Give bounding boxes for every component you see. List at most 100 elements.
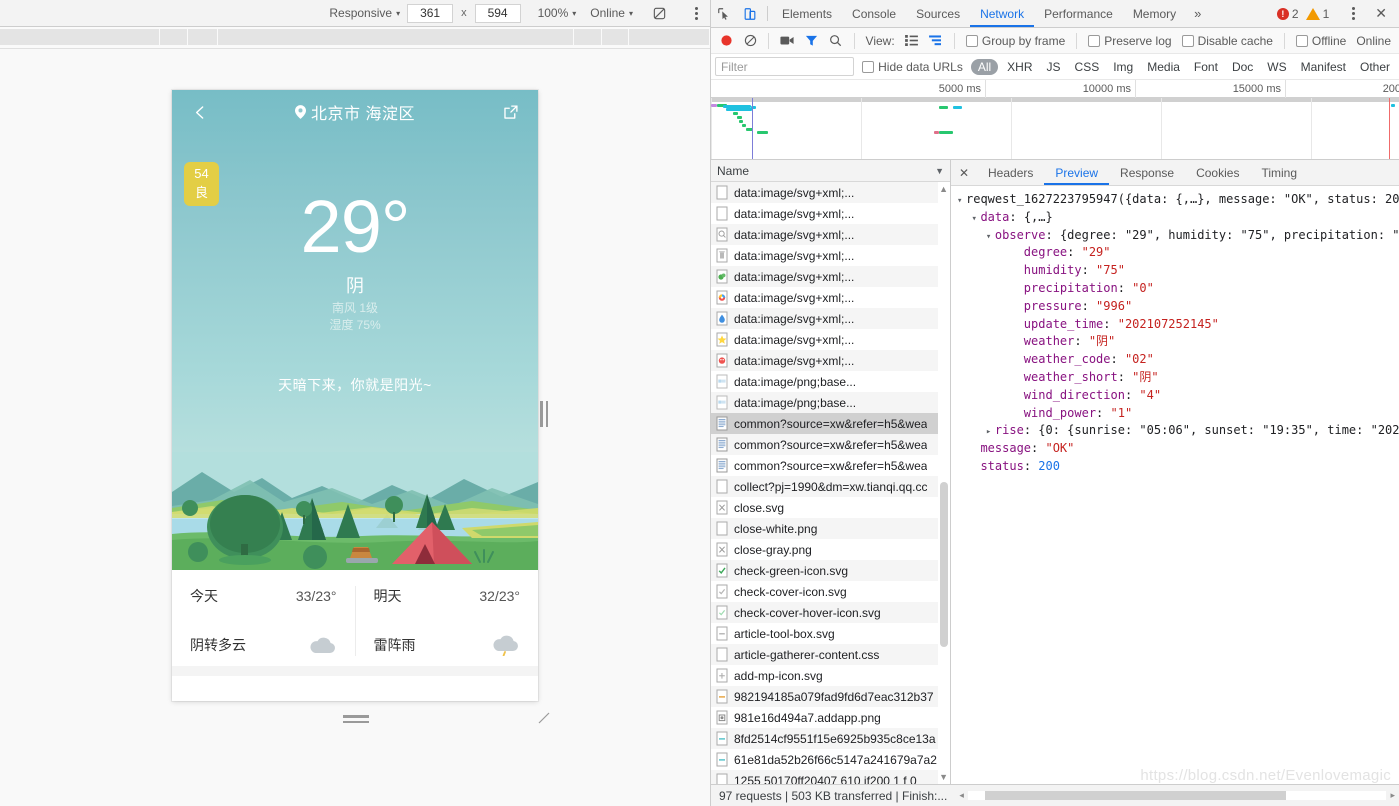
request-row[interactable]: data:image/svg+xml;... — [711, 182, 950, 203]
horizontal-scrollbar[interactable]: ◂ ▸ — [957, 789, 1397, 803]
disclosure-triangle-icon[interactable] — [1015, 372, 1024, 388]
hide-data-urls-checkbox[interactable]: Hide data URLs — [858, 60, 967, 74]
inspect-element-icon[interactable] — [711, 0, 737, 27]
preview-json-viewer[interactable]: ▾ reqwest_1627223795947({data: {,…}, mess… — [951, 186, 1399, 784]
disable-cache-checkbox[interactable]: Disable cache — [1178, 34, 1277, 48]
request-row[interactable]: data:image/svg+xml;... — [711, 350, 950, 371]
filter-funnel-icon[interactable] — [800, 30, 822, 52]
device-width-input[interactable]: 361 — [407, 3, 454, 23]
tab-sources[interactable]: Sources — [906, 0, 970, 27]
device-resize-handle-right[interactable] — [540, 399, 548, 429]
disclosure-triangle-icon[interactable] — [1015, 319, 1024, 335]
throttling-select[interactable]: Online ▾ — [583, 6, 640, 20]
scroll-up-arrow-icon[interactable]: ▲ — [939, 184, 948, 194]
filter-type-all[interactable]: All — [970, 58, 999, 75]
disclosure-triangle-icon[interactable] — [1015, 390, 1024, 406]
filter-type-manifest[interactable]: Manifest — [1296, 60, 1351, 74]
request-row[interactable]: data:image/svg+xml;... — [711, 245, 950, 266]
close-icon[interactable]: ✕ — [1369, 5, 1393, 22]
request-row[interactable]: check-cover-hover-icon.svg — [711, 602, 950, 623]
request-row[interactable]: data:image/svg+xml;... — [711, 308, 950, 329]
tab-timing[interactable]: Timing — [1250, 160, 1308, 185]
request-row[interactable]: check-cover-icon.svg — [711, 581, 950, 602]
disclosure-triangle-icon[interactable] — [1015, 283, 1024, 299]
request-row[interactable]: data:image/svg+xml;... — [711, 203, 950, 224]
disclosure-triangle-icon[interactable]: ▾ — [986, 230, 995, 246]
preserve-log-checkbox[interactable]: Preserve log — [1084, 34, 1175, 48]
clear-icon[interactable] — [739, 30, 761, 52]
request-row[interactable]: collect?pj=1990&dm=xw.tianqi.qq.cc — [711, 476, 950, 497]
disclosure-triangle-icon[interactable] — [1015, 247, 1024, 263]
request-row[interactable]: article-tool-box.svg — [711, 623, 950, 644]
filter-type-doc[interactable]: Doc — [1227, 60, 1258, 74]
request-row[interactable]: common?source=xw&refer=h5&wea — [711, 413, 950, 434]
scrollbar-thumb[interactable] — [940, 482, 948, 647]
location-title-group[interactable]: 北京市 海淀区 — [172, 100, 538, 124]
filter-type-ws[interactable]: WS — [1262, 60, 1291, 74]
disclosure-triangle-icon[interactable] — [1015, 408, 1024, 424]
kebab-menu-icon[interactable] — [682, 6, 710, 20]
more-tabs-button[interactable]: » — [1186, 0, 1209, 27]
request-row[interactable]: close.svg — [711, 497, 950, 518]
request-row[interactable]: data:image/png;base... — [711, 371, 950, 392]
filter-input[interactable]: Filter — [715, 57, 855, 76]
tab-elements[interactable]: Elements — [772, 0, 842, 27]
sort-descending-icon[interactable]: ▼ — [935, 166, 944, 176]
search-icon[interactable] — [824, 30, 846, 52]
aqi-badge[interactable]: 54 良 — [184, 162, 219, 206]
chevron-left-icon[interactable] — [188, 100, 212, 124]
device-select[interactable]: Responsive ▾ — [322, 6, 407, 20]
disclosure-triangle-icon[interactable] — [1015, 354, 1024, 370]
error-count-badge[interactable]: ! 2 — [1276, 7, 1299, 21]
disclosure-triangle-icon[interactable]: ▾ — [957, 194, 966, 210]
request-row[interactable]: 981e16d494a7.addapp.png — [711, 707, 950, 728]
tab-preview[interactable]: Preview — [1044, 160, 1109, 185]
device-height-input[interactable]: 594 — [474, 3, 521, 23]
request-row[interactable]: data:image/png;base... — [711, 392, 950, 413]
zoom-select[interactable]: 100% ▾ — [531, 6, 584, 20]
kebab-menu-icon[interactable] — [1340, 7, 1366, 20]
online-throttle-select[interactable]: Online — [1352, 34, 1395, 48]
toggle-device-toolbar-icon[interactable] — [737, 0, 763, 27]
request-row[interactable]: check-green-icon.svg — [711, 560, 950, 581]
tab-memory[interactable]: Memory — [1123, 0, 1186, 27]
offline-checkbox[interactable]: Offline — [1292, 34, 1350, 48]
scroll-left-arrow-icon[interactable]: ◂ — [957, 790, 966, 801]
request-row[interactable]: data:image/svg+xml;... — [711, 224, 950, 245]
network-overview[interactable]: 5000 ms 10000 ms 15000 ms 20000 ms — [711, 80, 1399, 160]
request-row[interactable]: data:image/svg+xml;... — [711, 266, 950, 287]
forecast-column-today[interactable]: 今天 33/23° 阴转多云 — [172, 586, 355, 656]
device-resize-handle-bottom[interactable] — [341, 715, 371, 723]
request-list-header[interactable]: Name ▼ — [711, 160, 950, 182]
scrollbar-track[interactable] — [967, 791, 1387, 800]
record-button-icon[interactable] — [715, 30, 737, 52]
external-link-icon[interactable] — [498, 100, 522, 124]
filter-type-img[interactable]: Img — [1108, 60, 1138, 74]
tab-network[interactable]: Network — [970, 0, 1034, 27]
request-row[interactable]: close-white.png — [711, 518, 950, 539]
filter-type-media[interactable]: Media — [1142, 60, 1185, 74]
waterfall-view-icon[interactable] — [925, 30, 947, 52]
request-list-scrollbar[interactable]: ▲ ▼ — [938, 182, 950, 784]
filter-type-css[interactable]: CSS — [1070, 60, 1105, 74]
tab-cookies[interactable]: Cookies — [1185, 160, 1250, 185]
request-row[interactable]: data:image/svg+xml;... — [711, 329, 950, 350]
filter-type-js[interactable]: JS — [1042, 60, 1066, 74]
request-row[interactable]: 982194185a079fad9fd6d7eac312b37 — [711, 686, 950, 707]
scrollbar-thumb[interactable] — [984, 791, 1286, 800]
request-row[interactable]: add-mp-icon.svg — [711, 665, 950, 686]
request-row[interactable]: article-gatherer-content.css — [711, 644, 950, 665]
request-row[interactable]: 61e81da52b26f66c5147a241679a7a2 — [711, 749, 950, 770]
request-row[interactable]: common?source=xw&refer=h5&wea — [711, 455, 950, 476]
request-row[interactable]: 1255 50170ff20407 610 if200 1 f 0 — [711, 770, 950, 784]
request-row[interactable]: common?source=xw&refer=h5&wea — [711, 434, 950, 455]
disclosure-triangle-icon[interactable]: ▸ — [986, 425, 995, 441]
scroll-right-arrow-icon[interactable]: ▸ — [1388, 790, 1397, 801]
tab-performance[interactable]: Performance — [1034, 0, 1123, 27]
forecast-column-tomorrow[interactable]: 明天 32/23° 雷阵雨 — [354, 586, 539, 656]
filter-type-other[interactable]: Other — [1355, 60, 1395, 74]
request-row[interactable]: close-gray.png — [711, 539, 950, 560]
scroll-down-arrow-icon[interactable]: ▼ — [939, 772, 948, 782]
disclosure-triangle-icon[interactable] — [1015, 265, 1024, 281]
filter-type-font[interactable]: Font — [1189, 60, 1223, 74]
